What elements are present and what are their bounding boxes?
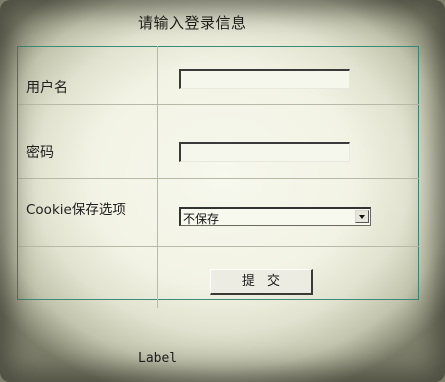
cookie-option-label: Cookie保存选项 — [26, 202, 126, 218]
page-title: 请输入登录信息 — [138, 14, 247, 32]
submit-button[interactable]: 提 交 — [210, 269, 313, 295]
row-divider — [18, 178, 419, 179]
chevron-down-icon[interactable] — [355, 210, 369, 223]
password-label: 密码 — [26, 145, 54, 161]
status-label: Label — [138, 351, 178, 366]
login-window: 请输入登录信息 用户名 密码 Cookie保存选项 不保存 提 交 Label — [0, 0, 445, 382]
row-divider — [18, 104, 419, 105]
row-divider — [18, 246, 419, 247]
cookie-option-select[interactable]: 不保存 — [179, 207, 371, 226]
username-label: 用户名 — [26, 80, 68, 96]
password-input[interactable] — [179, 142, 350, 162]
cookie-option-value: 不保存 — [183, 212, 220, 226]
column-divider — [157, 46, 158, 308]
username-input[interactable] — [179, 69, 350, 89]
